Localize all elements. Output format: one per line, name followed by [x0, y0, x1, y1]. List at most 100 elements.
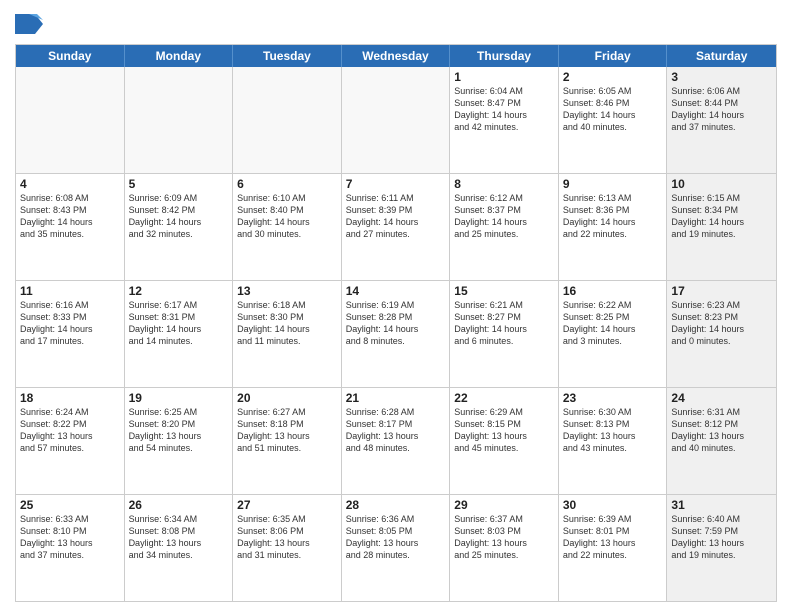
calendar-cell: 16Sunrise: 6:22 AM Sunset: 8:25 PM Dayli…: [559, 281, 668, 387]
calendar-cell: 26Sunrise: 6:34 AM Sunset: 8:08 PM Dayli…: [125, 495, 234, 601]
day-number: 6: [237, 177, 337, 191]
calendar-cell: 25Sunrise: 6:33 AM Sunset: 8:10 PM Dayli…: [16, 495, 125, 601]
calendar-cell: 18Sunrise: 6:24 AM Sunset: 8:22 PM Dayli…: [16, 388, 125, 494]
day-number: 14: [346, 284, 446, 298]
calendar-cell: 12Sunrise: 6:17 AM Sunset: 8:31 PM Dayli…: [125, 281, 234, 387]
day-number: 30: [563, 498, 663, 512]
day-number: 2: [563, 70, 663, 84]
cell-info: Sunrise: 6:30 AM Sunset: 8:13 PM Dayligh…: [563, 406, 663, 455]
calendar-cell: 6Sunrise: 6:10 AM Sunset: 8:40 PM Daylig…: [233, 174, 342, 280]
cell-info: Sunrise: 6:05 AM Sunset: 8:46 PM Dayligh…: [563, 85, 663, 134]
day-number: 26: [129, 498, 229, 512]
calendar-cell: 10Sunrise: 6:15 AM Sunset: 8:34 PM Dayli…: [667, 174, 776, 280]
day-number: 8: [454, 177, 554, 191]
day-number: 21: [346, 391, 446, 405]
cell-info: Sunrise: 6:06 AM Sunset: 8:44 PM Dayligh…: [671, 85, 772, 134]
cell-info: Sunrise: 6:36 AM Sunset: 8:05 PM Dayligh…: [346, 513, 446, 562]
day-number: 4: [20, 177, 120, 191]
cell-info: Sunrise: 6:23 AM Sunset: 8:23 PM Dayligh…: [671, 299, 772, 348]
day-number: 17: [671, 284, 772, 298]
calendar-cell: 15Sunrise: 6:21 AM Sunset: 8:27 PM Dayli…: [450, 281, 559, 387]
weekday-header: Thursday: [450, 45, 559, 67]
cell-info: Sunrise: 6:10 AM Sunset: 8:40 PM Dayligh…: [237, 192, 337, 241]
cell-info: Sunrise: 6:34 AM Sunset: 8:08 PM Dayligh…: [129, 513, 229, 562]
cell-info: Sunrise: 6:04 AM Sunset: 8:47 PM Dayligh…: [454, 85, 554, 134]
calendar-cell: 22Sunrise: 6:29 AM Sunset: 8:15 PM Dayli…: [450, 388, 559, 494]
cell-info: Sunrise: 6:13 AM Sunset: 8:36 PM Dayligh…: [563, 192, 663, 241]
calendar-row: 1Sunrise: 6:04 AM Sunset: 8:47 PM Daylig…: [16, 67, 776, 174]
calendar-cell: 21Sunrise: 6:28 AM Sunset: 8:17 PM Dayli…: [342, 388, 451, 494]
calendar-cell: 23Sunrise: 6:30 AM Sunset: 8:13 PM Dayli…: [559, 388, 668, 494]
day-number: 19: [129, 391, 229, 405]
day-number: 7: [346, 177, 446, 191]
calendar-cell: 3Sunrise: 6:06 AM Sunset: 8:44 PM Daylig…: [667, 67, 776, 173]
cell-info: Sunrise: 6:24 AM Sunset: 8:22 PM Dayligh…: [20, 406, 120, 455]
day-number: 29: [454, 498, 554, 512]
cell-info: Sunrise: 6:28 AM Sunset: 8:17 PM Dayligh…: [346, 406, 446, 455]
calendar-cell: 29Sunrise: 6:37 AM Sunset: 8:03 PM Dayli…: [450, 495, 559, 601]
day-number: 28: [346, 498, 446, 512]
calendar-cell: 2Sunrise: 6:05 AM Sunset: 8:46 PM Daylig…: [559, 67, 668, 173]
cell-info: Sunrise: 6:29 AM Sunset: 8:15 PM Dayligh…: [454, 406, 554, 455]
day-number: 25: [20, 498, 120, 512]
calendar-cell: 11Sunrise: 6:16 AM Sunset: 8:33 PM Dayli…: [16, 281, 125, 387]
day-number: 13: [237, 284, 337, 298]
cell-info: Sunrise: 6:37 AM Sunset: 8:03 PM Dayligh…: [454, 513, 554, 562]
day-number: 1: [454, 70, 554, 84]
logo-icon: [15, 10, 43, 38]
weekday-header: Monday: [125, 45, 234, 67]
day-number: 22: [454, 391, 554, 405]
calendar-cell: [233, 67, 342, 173]
calendar-cell: [16, 67, 125, 173]
cell-info: Sunrise: 6:19 AM Sunset: 8:28 PM Dayligh…: [346, 299, 446, 348]
cell-info: Sunrise: 6:15 AM Sunset: 8:34 PM Dayligh…: [671, 192, 772, 241]
cell-info: Sunrise: 6:16 AM Sunset: 8:33 PM Dayligh…: [20, 299, 120, 348]
cell-info: Sunrise: 6:12 AM Sunset: 8:37 PM Dayligh…: [454, 192, 554, 241]
day-number: 16: [563, 284, 663, 298]
day-number: 11: [20, 284, 120, 298]
cell-info: Sunrise: 6:17 AM Sunset: 8:31 PM Dayligh…: [129, 299, 229, 348]
calendar-cell: 9Sunrise: 6:13 AM Sunset: 8:36 PM Daylig…: [559, 174, 668, 280]
weekday-header: Saturday: [667, 45, 776, 67]
calendar-cell: 31Sunrise: 6:40 AM Sunset: 7:59 PM Dayli…: [667, 495, 776, 601]
calendar-row: 25Sunrise: 6:33 AM Sunset: 8:10 PM Dayli…: [16, 495, 776, 601]
calendar-cell: 19Sunrise: 6:25 AM Sunset: 8:20 PM Dayli…: [125, 388, 234, 494]
day-number: 10: [671, 177, 772, 191]
cell-info: Sunrise: 6:18 AM Sunset: 8:30 PM Dayligh…: [237, 299, 337, 348]
cell-info: Sunrise: 6:08 AM Sunset: 8:43 PM Dayligh…: [20, 192, 120, 241]
cell-info: Sunrise: 6:25 AM Sunset: 8:20 PM Dayligh…: [129, 406, 229, 455]
calendar-row: 4Sunrise: 6:08 AM Sunset: 8:43 PM Daylig…: [16, 174, 776, 281]
calendar-cell: 17Sunrise: 6:23 AM Sunset: 8:23 PM Dayli…: [667, 281, 776, 387]
day-number: 27: [237, 498, 337, 512]
day-number: 23: [563, 391, 663, 405]
page-header: [15, 10, 777, 38]
day-number: 24: [671, 391, 772, 405]
calendar-cell: 20Sunrise: 6:27 AM Sunset: 8:18 PM Dayli…: [233, 388, 342, 494]
calendar-cell: 24Sunrise: 6:31 AM Sunset: 8:12 PM Dayli…: [667, 388, 776, 494]
day-number: 18: [20, 391, 120, 405]
weekday-header: Tuesday: [233, 45, 342, 67]
weekday-header: Friday: [559, 45, 668, 67]
calendar-cell: [342, 67, 451, 173]
day-number: 3: [671, 70, 772, 84]
calendar-body: 1Sunrise: 6:04 AM Sunset: 8:47 PM Daylig…: [16, 67, 776, 601]
day-number: 12: [129, 284, 229, 298]
cell-info: Sunrise: 6:27 AM Sunset: 8:18 PM Dayligh…: [237, 406, 337, 455]
calendar-cell: 8Sunrise: 6:12 AM Sunset: 8:37 PM Daylig…: [450, 174, 559, 280]
day-number: 20: [237, 391, 337, 405]
logo: [15, 10, 49, 38]
calendar-cell: 1Sunrise: 6:04 AM Sunset: 8:47 PM Daylig…: [450, 67, 559, 173]
cell-info: Sunrise: 6:33 AM Sunset: 8:10 PM Dayligh…: [20, 513, 120, 562]
day-number: 15: [454, 284, 554, 298]
cell-info: Sunrise: 6:39 AM Sunset: 8:01 PM Dayligh…: [563, 513, 663, 562]
calendar-row: 18Sunrise: 6:24 AM Sunset: 8:22 PM Dayli…: [16, 388, 776, 495]
cell-info: Sunrise: 6:11 AM Sunset: 8:39 PM Dayligh…: [346, 192, 446, 241]
calendar-cell: 30Sunrise: 6:39 AM Sunset: 8:01 PM Dayli…: [559, 495, 668, 601]
calendar: SundayMondayTuesdayWednesdayThursdayFrid…: [15, 44, 777, 602]
calendar-cell: [125, 67, 234, 173]
cell-info: Sunrise: 6:31 AM Sunset: 8:12 PM Dayligh…: [671, 406, 772, 455]
calendar-cell: 28Sunrise: 6:36 AM Sunset: 8:05 PM Dayli…: [342, 495, 451, 601]
day-number: 31: [671, 498, 772, 512]
calendar-row: 11Sunrise: 6:16 AM Sunset: 8:33 PM Dayli…: [16, 281, 776, 388]
cell-info: Sunrise: 6:40 AM Sunset: 7:59 PM Dayligh…: [671, 513, 772, 562]
